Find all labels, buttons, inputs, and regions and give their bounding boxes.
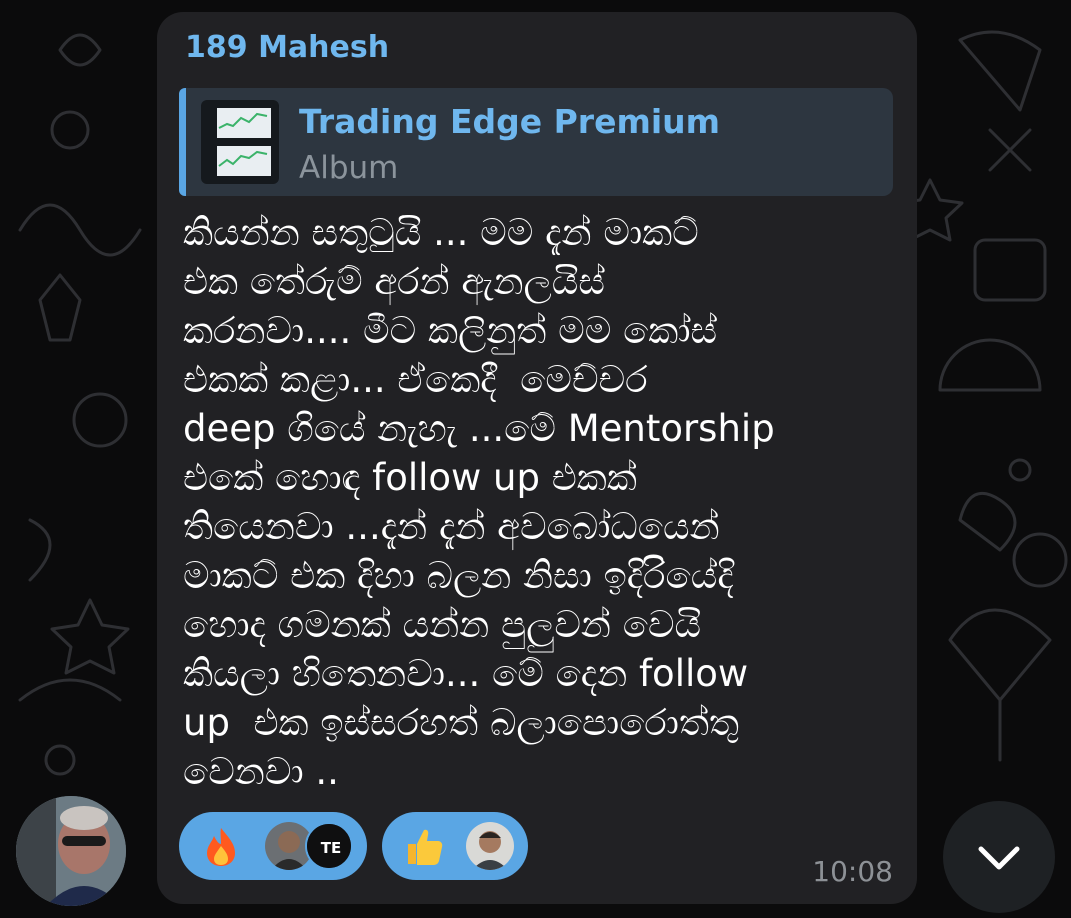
- fire-icon: [207, 828, 235, 866]
- logo-text: TE: [321, 839, 341, 857]
- sender-photo: [16, 796, 126, 906]
- sender-avatar[interactable]: [16, 796, 126, 906]
- scroll-down-button[interactable]: [943, 801, 1055, 913]
- reactor-avatar: [466, 822, 514, 870]
- trading-edge-logo: TE: [305, 822, 353, 870]
- sender-name[interactable]: 189 Mahesh: [185, 30, 389, 65]
- thumbs-up-icon: [408, 829, 443, 865]
- message-timestamp: 10:08: [812, 855, 893, 888]
- reaction-fire[interactable]: TE: [179, 812, 367, 880]
- reply-accent-bar: [179, 88, 186, 196]
- chevron-down-icon: [978, 846, 1020, 870]
- reaction-thumbs-up[interactable]: [382, 812, 528, 880]
- chart-thumbnail-icon: [201, 100, 279, 184]
- reply-title: Trading Edge Premium: [299, 102, 721, 141]
- message-text: කියන්න සතුටුයි ... මම දැන් මාකට් එක තේරු…: [183, 211, 775, 793]
- message-bubble[interactable]: 189 Mahesh Trading Edge Premium Album කි…: [157, 12, 917, 904]
- reply-subtitle: Album: [299, 150, 399, 186]
- reply-preview[interactable]: Trading Edge Premium Album: [179, 88, 893, 196]
